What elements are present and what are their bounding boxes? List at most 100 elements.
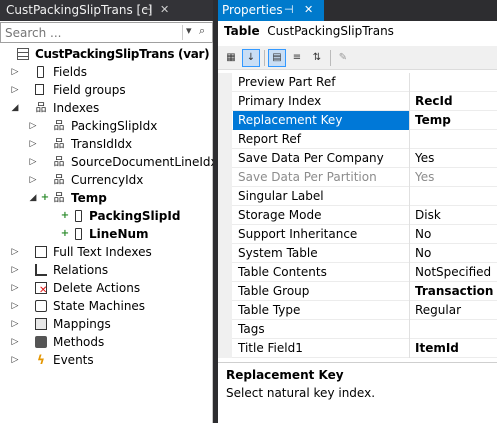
property-row-preview-part-ref[interactable]: Preview Part Ref xyxy=(218,73,497,92)
expand-arrow-icon[interactable]: ▷ xyxy=(28,171,38,189)
added-plus-icon: + xyxy=(60,228,70,239)
tree-item-sourcedocumentlineidx[interactable]: ▷ 品 SourceDocumentLineIdx xyxy=(0,153,218,171)
property-row-primary-index[interactable]: Primary Index RecId xyxy=(218,92,497,111)
property-row-table-group[interactable]: Table Group Transaction xyxy=(218,282,497,301)
tree-item-events[interactable]: ▷ ϟ Events xyxy=(0,351,213,369)
search-options-chevron-icon[interactable]: ▾ xyxy=(186,24,192,37)
key-field-icon xyxy=(75,210,82,222)
property-row-support-inheritance[interactable]: Support Inheritance No xyxy=(218,225,497,244)
property-row-report-ref[interactable]: Report Ref xyxy=(218,130,497,149)
expand-arrow-icon[interactable]: ▷ xyxy=(10,243,20,261)
tree-item-label: Indexes xyxy=(53,101,100,115)
property-row-save-data-per-company[interactable]: Save Data Per Company Yes xyxy=(218,149,497,168)
object-name-label: CustPackingSlipTrans xyxy=(267,24,394,38)
properties-icon[interactable]: ▤ xyxy=(268,49,286,67)
tree-item-label: Field groups xyxy=(53,83,126,97)
added-plus-icon: + xyxy=(40,192,50,203)
property-row-tags[interactable]: Tags xyxy=(218,320,497,339)
sort-order-icon[interactable]: ⇅ xyxy=(308,49,326,67)
property-row-singular-label[interactable]: Singular Label xyxy=(218,187,497,206)
tree-item-label: Temp xyxy=(71,191,107,205)
tree-item-label: LineNum xyxy=(89,227,149,241)
property-row-replacement-key[interactable]: Replacement Key Temp xyxy=(218,111,497,130)
tree-item-label: Events xyxy=(53,353,94,367)
tree-root-table[interactable]: CustPackingSlipTrans (var) [Quarantine] xyxy=(0,45,297,63)
expand-arrow-icon[interactable]: ▷ xyxy=(10,63,20,81)
table-icon xyxy=(17,48,29,60)
tree-item-label: PackingSlipIdx xyxy=(71,119,158,133)
properties-toolbar: ▦ ↓ ▤ ≡ ⇅ ✎ xyxy=(218,46,497,70)
tree-item-packingslipidx[interactable]: ▷ 品 PackingSlipIdx xyxy=(0,117,213,135)
pin-icon[interactable]: ⊣ xyxy=(284,3,294,16)
property-row-table-contents[interactable]: Table Contents NotSpecified xyxy=(218,263,497,282)
expand-arrow-icon[interactable]: ▷ xyxy=(10,351,20,369)
tree-item-packingslipid[interactable]: + PackingSlipId xyxy=(0,207,213,225)
properties-tab-title: Properties xyxy=(222,3,283,17)
tree-item-label: CurrencyIdx xyxy=(71,173,144,187)
tree-item-indexes[interactable]: ◢ 品 Indexes xyxy=(0,99,213,117)
tree-item-methods[interactable]: ▷ Methods xyxy=(0,333,213,351)
explorer-tab[interactable]: CustPackingSlipTrans [c] ⊣ ✕ xyxy=(0,0,213,21)
tree-item-label: Relations xyxy=(53,263,109,277)
search-icon[interactable]: ⌕ xyxy=(199,24,205,38)
explorer-tabstrip: CustPackingSlipTrans [c] ⊣ ✕ xyxy=(0,0,213,21)
property-row-storage-mode[interactable]: Storage Mode Disk xyxy=(218,206,497,225)
tree-item-state-machines[interactable]: ▷ State Machines xyxy=(0,297,213,315)
events-list-icon[interactable]: ≡ xyxy=(288,49,306,67)
explorer-search-input[interactable] xyxy=(1,23,177,42)
delete-action-icon xyxy=(35,282,47,300)
tree-item-label: Delete Actions xyxy=(53,281,141,295)
tree-item-label: Methods xyxy=(53,335,105,349)
tree-item-mappings[interactable]: ▷ Mappings xyxy=(0,315,213,333)
tree-item-label: State Machines xyxy=(53,299,146,313)
method-icon xyxy=(35,336,47,348)
property-row-title-field1[interactable]: Title Field1 ItemId xyxy=(218,339,497,358)
tree-item-label: SourceDocumentLineIdx xyxy=(71,155,218,169)
expand-arrow-icon[interactable]: ▷ xyxy=(28,117,38,135)
property-row-save-data-per-partition[interactable]: Save Data Per Partition Yes xyxy=(218,168,497,187)
expand-arrow-icon[interactable]: ▷ xyxy=(10,315,20,333)
tree-item-delete-actions[interactable]: ▷ Delete Actions xyxy=(0,279,213,300)
tree-item-fields[interactable]: ▷ Fields xyxy=(0,63,213,81)
close-icon[interactable]: ✕ xyxy=(304,3,313,16)
tree-item-relations[interactable]: ▷ Relations xyxy=(0,261,213,279)
collapse-arrow-icon[interactable]: ◢ xyxy=(10,99,20,117)
tree-item-linenum[interactable]: + LineNum xyxy=(0,225,213,243)
properties-tab[interactable]: Properties ⊣ ✕ xyxy=(218,0,324,21)
key-field-icon xyxy=(75,228,82,240)
expand-arrow-icon[interactable]: ▷ xyxy=(10,261,20,279)
index-icon: 品 xyxy=(53,191,65,204)
wrench-icon[interactable]: ✎ xyxy=(334,49,352,67)
property-row-system-table[interactable]: System Table No xyxy=(218,244,497,263)
expand-arrow-icon[interactable]: ▷ xyxy=(10,297,20,315)
expand-arrow-icon[interactable]: ▷ xyxy=(10,279,20,297)
expand-arrow-icon[interactable]: ▷ xyxy=(10,333,20,351)
field-group-icon xyxy=(35,84,44,95)
tree-item-currencyidx[interactable]: ▷ 品 CurrencyIdx xyxy=(0,171,213,189)
property-row-table-type[interactable]: Table Type Regular xyxy=(218,301,497,320)
search-separator xyxy=(182,25,183,40)
description-title: Replacement Key xyxy=(226,368,344,382)
close-icon[interactable]: ✕ xyxy=(160,3,169,16)
collapse-arrow-icon[interactable]: ◢ xyxy=(28,189,38,207)
object-type-label: Table xyxy=(224,24,260,38)
pin-icon[interactable]: ⊣ xyxy=(142,3,152,16)
index-icon: 品 xyxy=(53,137,65,150)
expand-arrow-icon[interactable]: ▷ xyxy=(28,153,38,171)
expand-arrow-icon[interactable]: ▷ xyxy=(28,135,38,153)
tree-item-label: Mappings xyxy=(53,317,111,331)
categorized-icon[interactable]: ▦ xyxy=(222,49,240,67)
explorer-tab-title: CustPackingSlipTrans [c] xyxy=(6,3,153,17)
toolbar-separator xyxy=(330,50,331,66)
mapping-icon xyxy=(35,318,47,330)
tree-item-transididx[interactable]: ▷ 品 TransIdIdx xyxy=(0,135,213,153)
tree-item-label: Fields xyxy=(53,65,87,79)
tree-item-full-text-indexes[interactable]: ▷ Full Text Indexes xyxy=(0,243,213,261)
expand-arrow-icon[interactable]: ▷ xyxy=(10,81,20,99)
tree-item-temp[interactable]: ◢ + 品 Temp xyxy=(0,189,213,207)
state-machine-icon xyxy=(35,300,47,312)
tree-item-field-groups[interactable]: ▷ Field groups xyxy=(0,81,213,99)
properties-object-title: Table CustPackingSlipTrans xyxy=(224,24,394,38)
alphabetical-sort-icon[interactable]: ↓ xyxy=(242,49,260,67)
field-icon xyxy=(37,66,44,78)
